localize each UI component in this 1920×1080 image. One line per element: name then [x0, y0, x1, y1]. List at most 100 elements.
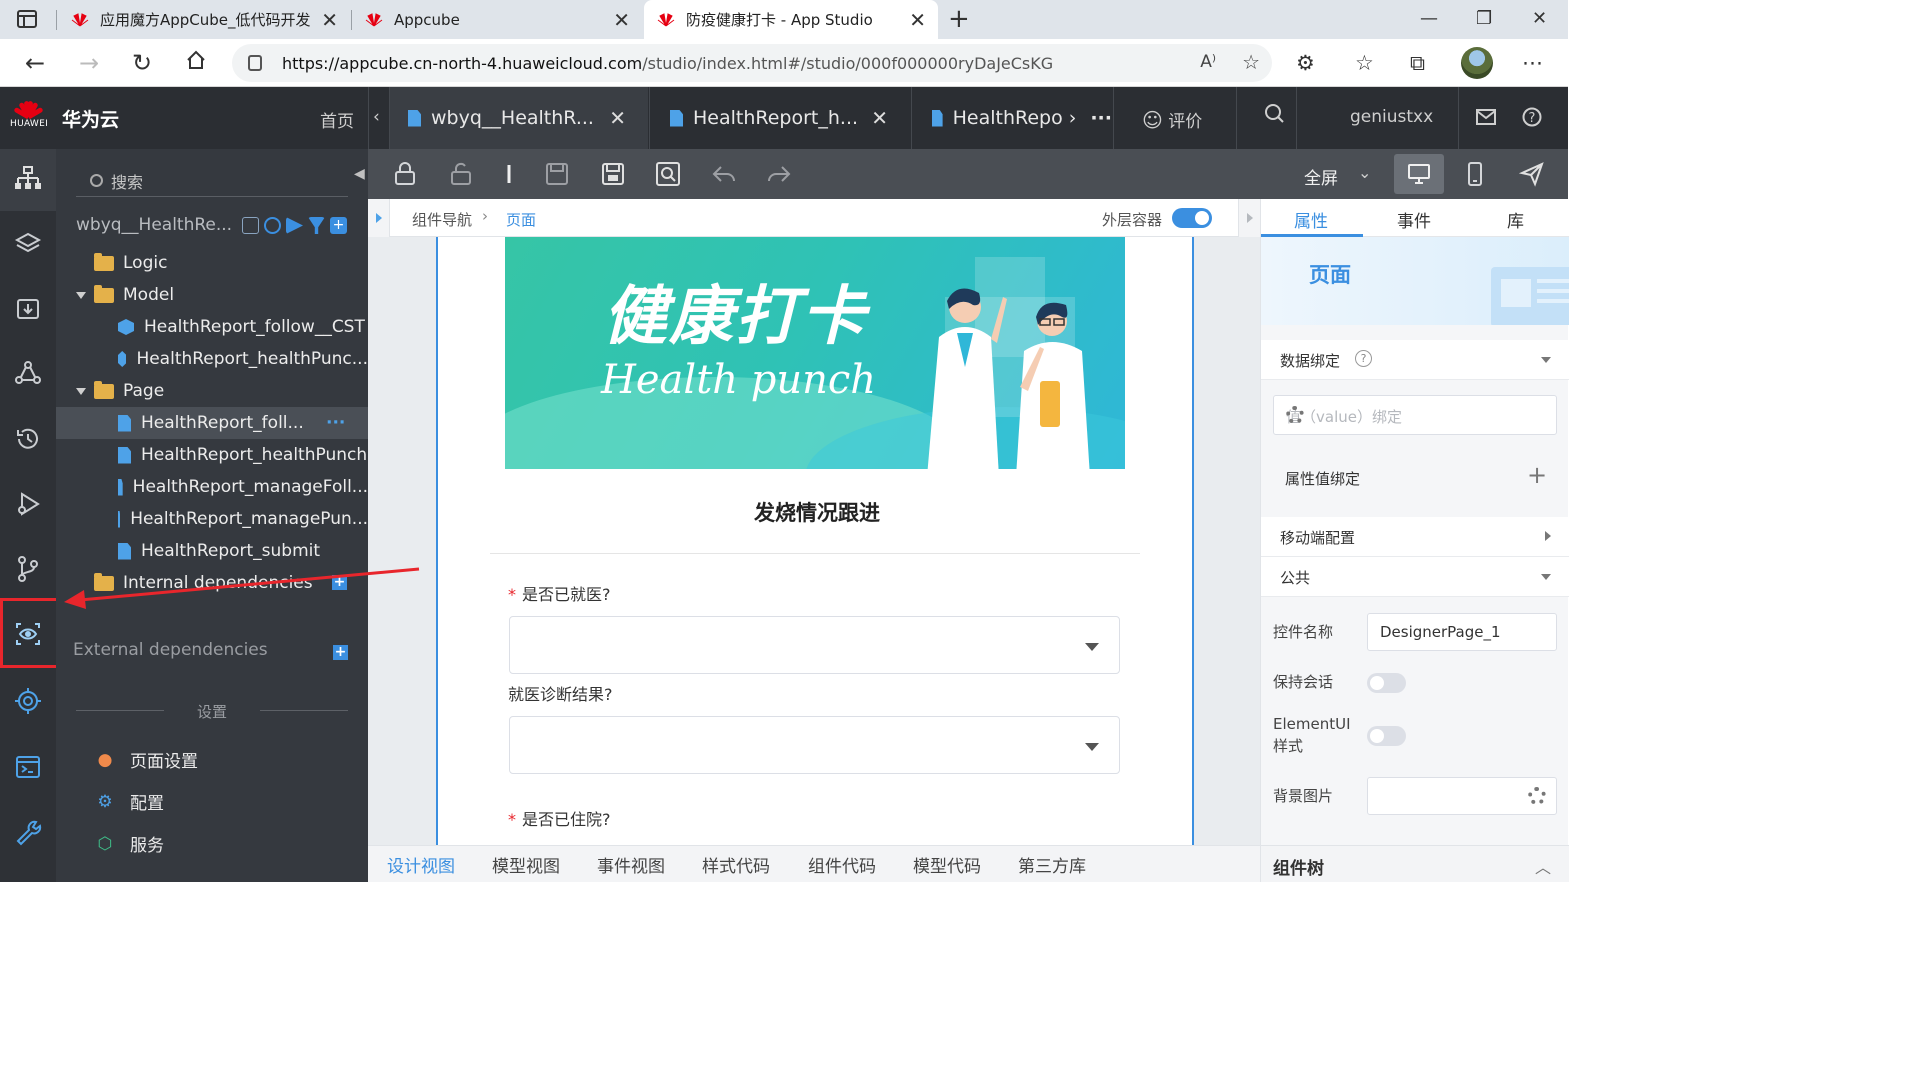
refresh-icon[interactable] — [264, 217, 281, 234]
publish-send-icon[interactable] — [1518, 161, 1545, 187]
mail-icon[interactable] — [1476, 109, 1496, 130]
expand-icon[interactable] — [76, 387, 86, 395]
tab-model-code[interactable]: 模型代码 — [913, 852, 981, 877]
close-editor-tab-icon[interactable]: ✕ — [871, 106, 888, 130]
save-icon[interactable] — [544, 161, 570, 187]
value-binding-input[interactable]: 值（value）绑定 — [1273, 395, 1557, 435]
expand-right-icon[interactable] — [1238, 199, 1260, 237]
gear-icon[interactable] — [1528, 787, 1546, 805]
text-cursor-icon[interactable] — [504, 161, 530, 187]
tab-event-view[interactable]: 事件视图 — [597, 852, 665, 877]
minimize-icon[interactable]: — — [1420, 8, 1438, 29]
add-internal-dependency-icon[interactable]: + — [332, 575, 347, 590]
close-editor-tab-icon[interactable]: ✕ — [609, 106, 626, 130]
expand-left-icon[interactable] — [368, 199, 390, 237]
tab-component-code[interactable]: 组件代码 — [808, 852, 876, 877]
external-dependencies[interactable]: External dependencies — [73, 640, 268, 660]
health-banner-image[interactable]: 健康打卡 Health punch — [505, 237, 1125, 469]
mobile-view-icon[interactable] — [1462, 161, 1488, 187]
close-tab-icon[interactable]: ✕ — [909, 8, 926, 32]
service-item[interactable]: ⬡ 服务 — [96, 831, 164, 857]
elementui-style-toggle[interactable] — [1367, 726, 1406, 746]
tree-folder-logic[interactable]: Logic — [56, 247, 368, 279]
extensions-icon[interactable]: ⚙ — [1296, 51, 1315, 75]
page-settings-item[interactable]: ● 页面设置 — [96, 747, 198, 773]
tab-third-party-lib[interactable]: 第三方库 — [1018, 852, 1086, 877]
tree-item-page[interactable]: HealthReport_healthPunch — [56, 439, 368, 471]
lock-icon[interactable] — [392, 161, 418, 187]
tree-folder-internal-deps[interactable]: Internal dependencies — [56, 567, 368, 599]
help-icon[interactable]: ? — [1522, 107, 1542, 132]
search-icon[interactable] — [1264, 103, 1286, 130]
run-icon[interactable] — [286, 217, 303, 234]
outer-container-toggle[interactable] — [1172, 208, 1212, 228]
tab-design-view[interactable]: 设计视图 — [387, 852, 455, 877]
search-input[interactable]: 搜索 — [76, 165, 348, 197]
rate-button[interactable]: ☺ 评价 — [1142, 107, 1202, 132]
url-bar[interactable]: https://appcube.cn-north-4.huaweicloud.c… — [232, 44, 1272, 82]
profile-avatar[interactable] — [1461, 47, 1493, 79]
more-actions-icon[interactable]: ··· — [326, 413, 345, 433]
tree-folder-page[interactable]: Page — [56, 375, 368, 407]
tab-actions-icon[interactable] — [16, 8, 38, 35]
forward-button[interactable]: → — [74, 49, 104, 77]
breadcrumb-current[interactable]: 页面 — [506, 209, 536, 230]
desktop-view-button[interactable] — [1394, 154, 1444, 194]
undo-icon[interactable] — [711, 161, 737, 187]
browser-tab-appcube[interactable]: Appcube ✕ — [352, 0, 642, 39]
diagnosis-select[interactable] — [509, 716, 1120, 774]
tab-model-view[interactable]: 模型视图 — [492, 852, 560, 877]
redo-icon[interactable] — [766, 161, 792, 187]
restore-icon[interactable]: ❐ — [1476, 8, 1492, 29]
collections-icon[interactable]: ⧉ — [1410, 51, 1425, 76]
add-attr-binding-icon[interactable]: + — [1527, 461, 1547, 489]
favorite-add-icon[interactable]: ☆ — [1242, 50, 1260, 74]
editor-tab-project[interactable]: wbyq__HealthR... ✕ — [390, 87, 648, 149]
save-all-icon[interactable] — [600, 161, 626, 187]
more-menu-icon[interactable]: ⋯ — [1522, 51, 1543, 75]
data-binding-section[interactable]: 数据绑定 ? — [1261, 340, 1569, 380]
component-tree-bar[interactable]: 组件树 ︿ — [1261, 845, 1569, 882]
page-preview[interactable]: 健康打卡 Health punch 发烧情况跟进 * 是否已就医? 就医诊断结果… — [436, 237, 1194, 845]
home-link[interactable]: 首页 — [320, 107, 354, 132]
layers-icon[interactable] — [14, 230, 42, 258]
close-window-icon[interactable]: ✕ — [1532, 8, 1547, 29]
keep-session-toggle[interactable] — [1367, 673, 1406, 693]
flow-icon[interactable] — [14, 360, 42, 388]
home-button[interactable] — [181, 49, 211, 77]
back-button[interactable]: ← — [20, 49, 50, 77]
unlock-icon[interactable] — [448, 161, 474, 187]
structure-icon[interactable] — [14, 165, 42, 193]
add-external-dependency-icon[interactable]: + — [333, 645, 348, 660]
public-section[interactable]: 公共 — [1261, 557, 1569, 597]
brand-name[interactable]: 华为云 — [62, 105, 119, 132]
browser-tab-app-studio[interactable]: 防疫健康打卡 - App Studio ✕ — [644, 0, 938, 39]
collapse-panel-icon[interactable]: ◀ — [354, 166, 365, 182]
refresh-button[interactable]: ↻ — [127, 49, 157, 77]
help-icon[interactable]: ? — [1355, 350, 1372, 367]
chevron-down-icon[interactable]: ⌄ — [1358, 163, 1371, 182]
tab-properties[interactable]: 属性 — [1294, 207, 1328, 232]
config-item[interactable]: ⚙ 配置 — [96, 789, 164, 815]
project-name[interactable]: wbyq__HealthRe... — [76, 215, 232, 235]
user-menu[interactable]: geniustxx — [1350, 107, 1433, 127]
lock-icon[interactable] — [248, 55, 262, 71]
close-tab-icon[interactable]: ✕ — [613, 8, 630, 32]
bg-image-input[interactable] — [1367, 777, 1557, 815]
editor-tab-healthreport[interactable]: HealthReport_h... ✕ — [650, 87, 910, 149]
new-tab-button[interactable]: + — [948, 4, 970, 34]
expand-icon[interactable] — [76, 291, 86, 299]
close-tab-icon[interactable]: ✕ — [321, 8, 338, 32]
tab-library[interactable]: 库 — [1507, 207, 1524, 232]
import-icon[interactable] — [14, 295, 42, 323]
preview-search-icon[interactable] — [655, 161, 681, 187]
tabs-scroll-left-icon[interactable]: ‹ — [373, 107, 380, 127]
favorites-icon[interactable]: ☆ — [1355, 51, 1374, 75]
target-icon[interactable] — [14, 687, 42, 715]
tab-style-code[interactable]: 样式代码 — [702, 852, 770, 877]
tree-item-page[interactable]: HealthReport_manageFoll... — [56, 471, 368, 503]
gear-icon[interactable] — [1286, 406, 1304, 424]
tabs-scroll-right-icon[interactable]: › — [1069, 107, 1077, 129]
tree-item-page-selected[interactable]: HealthReport_foll... ··· — [56, 407, 368, 439]
breadcrumb-root[interactable]: 组件导航 — [412, 209, 472, 230]
